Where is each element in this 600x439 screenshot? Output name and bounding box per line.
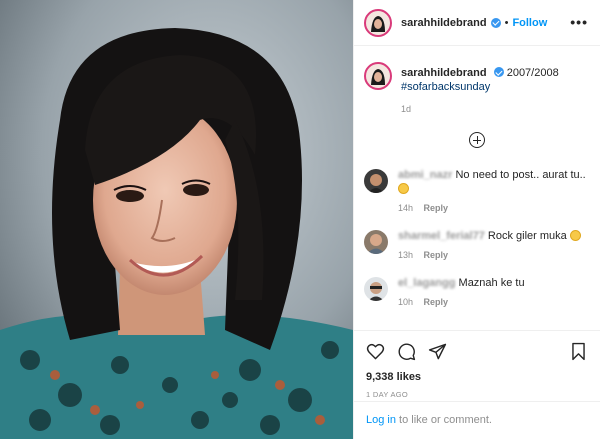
verified-badge-icon <box>493 67 504 77</box>
follow-button[interactable]: Follow <box>512 17 547 29</box>
post-photo[interactable] <box>0 0 353 439</box>
separator-dot: • <box>504 16 509 29</box>
commenter-avatar[interactable] <box>364 230 388 254</box>
login-prompt: Log in to like or comment. <box>354 401 600 439</box>
author-username[interactable]: sarahhildebrand <box>401 17 487 29</box>
smiling-face-icon <box>398 183 409 194</box>
reply-button[interactable]: Reply <box>424 203 449 213</box>
load-more-comments-icon[interactable] <box>469 132 485 148</box>
commenter-avatar[interactable] <box>364 169 388 193</box>
caption-text: 2007/2008 <box>506 67 559 79</box>
verified-badge-icon <box>490 17 501 28</box>
commenter-avatar[interactable] <box>364 277 388 301</box>
comment-text: Maznah ke tu <box>458 277 525 289</box>
likes-count[interactable]: 9,338 likes <box>366 371 588 383</box>
heart-icon[interactable] <box>366 342 385 361</box>
login-prompt-text: to like or comment. <box>395 414 492 426</box>
reply-button[interactable]: Reply <box>424 297 449 307</box>
author-avatar[interactable] <box>364 8 392 37</box>
post-side-panel: sarahhildebrand • Follow ••• sarahhildeb… <box>353 0 600 439</box>
comment-text: No need to post.. aurat tu.. <box>455 169 586 181</box>
comment-text: Rock giler muka <box>487 230 567 242</box>
comment-time[interactable]: 13h <box>398 250 413 260</box>
reply-button[interactable]: Reply <box>424 250 449 260</box>
commenter-username[interactable]: sharmel_ferial77 <box>398 230 485 242</box>
laughing-face-icon <box>569 230 581 241</box>
commenter-username[interactable]: el_lagangg <box>398 277 455 289</box>
post-actions: 9,338 likes 1 DAY AGO <box>354 330 600 402</box>
caption-time[interactable]: 1d <box>401 102 559 116</box>
comments-list[interactable]: sarahhildebrand 2007/2008 #sofarbacksund… <box>354 47 600 330</box>
comment-time[interactable]: 10h <box>398 297 413 307</box>
comment-item: el_lagangg Maznah ke tu 10h Reply <box>364 276 590 309</box>
comment-item: abmi_nazr No need to post.. aurat tu.. 1… <box>364 168 590 215</box>
caption-username[interactable]: sarahhildebrand <box>401 67 487 79</box>
commenter-username[interactable]: abmi_nazr <box>398 169 452 181</box>
share-icon[interactable] <box>428 342 447 361</box>
caption-avatar[interactable] <box>364 62 392 90</box>
comment-icon[interactable] <box>397 342 416 361</box>
comment-item: sharmel_ferial77 Rock giler muka 13h Rep… <box>364 229 590 262</box>
caption: sarahhildebrand 2007/2008 #sofarbacksund… <box>364 62 590 116</box>
portrait-image <box>0 0 353 439</box>
post-time[interactable]: 1 DAY AGO <box>366 390 588 399</box>
comment-time[interactable]: 14h <box>398 203 413 213</box>
post-header: sarahhildebrand • Follow ••• <box>354 0 600 46</box>
caption-hashtag-link[interactable]: #sofarbacksunday <box>401 80 559 94</box>
bookmark-icon[interactable] <box>569 342 588 361</box>
more-options-icon[interactable]: ••• <box>570 14 588 30</box>
login-link[interactable]: Log in <box>366 414 396 426</box>
